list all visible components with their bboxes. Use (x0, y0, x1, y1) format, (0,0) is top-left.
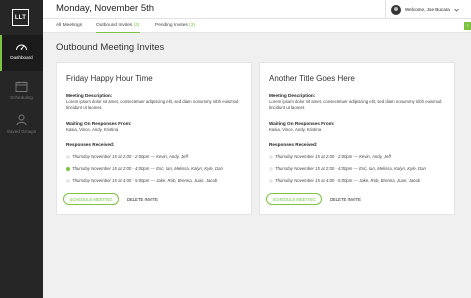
description-text: Lorem ipsum dolor sit amet, consectetuer… (66, 99, 239, 110)
tab-all-meetings[interactable]: All Meetings (56, 23, 82, 33)
tab-outbound-invites[interactable]: Outbound Invites (2) (96, 23, 140, 33)
current-date: Monday, November 5th (56, 3, 155, 14)
radio-dot[interactable] (269, 154, 273, 159)
response-text: Thursday November 15 at 4:00 - 5:00pm — … (275, 178, 421, 183)
delete-invite-button[interactable]: DELETE INVITE (127, 197, 158, 202)
people-icon (16, 114, 27, 126)
sidebar-item-scheduling[interactable]: Scheduling (0, 75, 43, 111)
avatar[interactable] (391, 4, 401, 15)
dashboard-gauge-icon (16, 44, 27, 51)
sidebar-item-label: Saved Groups (6, 129, 37, 134)
delete-invite-button[interactable]: DELETE INVITE (330, 197, 361, 202)
response-option[interactable]: Thursday November 15 at 4:00 - 5:00pm — … (66, 178, 217, 183)
sidebar-item-dashboard[interactable]: Dashboard (0, 35, 43, 71)
chevron-down-icon[interactable] (454, 8, 459, 12)
response-text: Thursday November 15 at 2:00 - 2:00pm — … (72, 154, 188, 159)
waiting-names: Kasia, Vince, Andy, Kristina (66, 127, 119, 132)
tab-bar: All Meetings Outbound Invites (2) Pendin… (43, 19, 471, 33)
top-header: Monday, November 5th Welcome, Joe Bucara (43, 0, 471, 19)
tab-label: Outbound Invites (96, 23, 133, 28)
notification-flag[interactable]: ! (464, 22, 471, 30)
tab-label: Pending Invites (155, 23, 188, 28)
tab-count: (2) (133, 23, 140, 28)
card-title: Another Title Goes Here (269, 74, 355, 83)
response-text: Thursday November 15 at 2:00 - 4:00pm — … (275, 166, 426, 171)
response-option[interactable]: Thursday November 15 at 4:00 - 5:00pm — … (269, 178, 420, 183)
welcome-text: Welcome, Joe Bucara (405, 7, 450, 12)
waiting-label: Waiting On Responses From: (66, 121, 132, 126)
response-option[interactable]: Thursday November 15 at 2:00 - 2:00pm — … (269, 154, 391, 159)
app-logo[interactable]: LLT (12, 9, 29, 26)
radio-dot[interactable] (66, 154, 70, 159)
response-text: Thursday November 15 at 4:00 - 5:00pm — … (72, 178, 218, 183)
radio-dot[interactable] (66, 178, 70, 183)
radio-dot[interactable] (269, 166, 273, 171)
response-text: Thursday November 15 at 2:00 - 2:00pm — … (275, 154, 391, 159)
sidebar: LLT Dashboard Scheduling Saved Groups (0, 0, 43, 298)
page-title: Outbound Meeting Invites (56, 42, 165, 53)
description-label: Meeting Description: (66, 93, 113, 98)
description-label: Meeting Description: (269, 93, 316, 98)
radio-dot[interactable] (66, 166, 70, 171)
tab-label: All Meetings (56, 23, 83, 28)
radio-dot[interactable] (269, 178, 273, 183)
schedule-meeting-button[interactable]: SCHEDULE MEETING (266, 193, 322, 205)
invite-card: Friday Happy Hour Time Meeting Descripti… (56, 62, 252, 215)
responses-label: Responses Received: (66, 142, 115, 147)
waiting-names: Kasia, Vince, Andy, Kristina (269, 127, 322, 132)
sidebar-item-label: Dashboard (10, 55, 33, 60)
user-menu[interactable]: Welcome, Joe Bucara (385, 0, 471, 19)
response-option[interactable]: Thursday November 15 at 2:00 - 2:00pm — … (66, 154, 188, 159)
description-text: Lorem ipsum dolor sit amet, consectetuer… (269, 99, 442, 110)
card-title: Friday Happy Hour Time (66, 74, 153, 83)
waiting-label: Waiting On Responses From: (269, 121, 335, 126)
tab-pending-invites[interactable]: Pending Invites (3) (155, 23, 195, 33)
responses-label: Responses Received: (269, 142, 318, 147)
response-option[interactable]: Thursday November 15 at 2:00 - 4:00pm — … (269, 166, 426, 171)
response-option[interactable]: Thursday November 15 at 2:00 - 4:00pm — … (66, 166, 223, 171)
invite-card: Another Title Goes Here Meeting Descript… (259, 62, 455, 215)
schedule-meeting-button[interactable]: SCHEDULE MEETING (63, 193, 119, 205)
sidebar-item-saved-groups[interactable]: Saved Groups (0, 108, 43, 144)
response-text: Thursday November 15 at 2:00 - 4:00pm — … (72, 166, 223, 171)
calendar-icon (15, 81, 28, 92)
tab-count: (3) (189, 23, 196, 28)
sidebar-item-label: Scheduling (10, 95, 33, 100)
